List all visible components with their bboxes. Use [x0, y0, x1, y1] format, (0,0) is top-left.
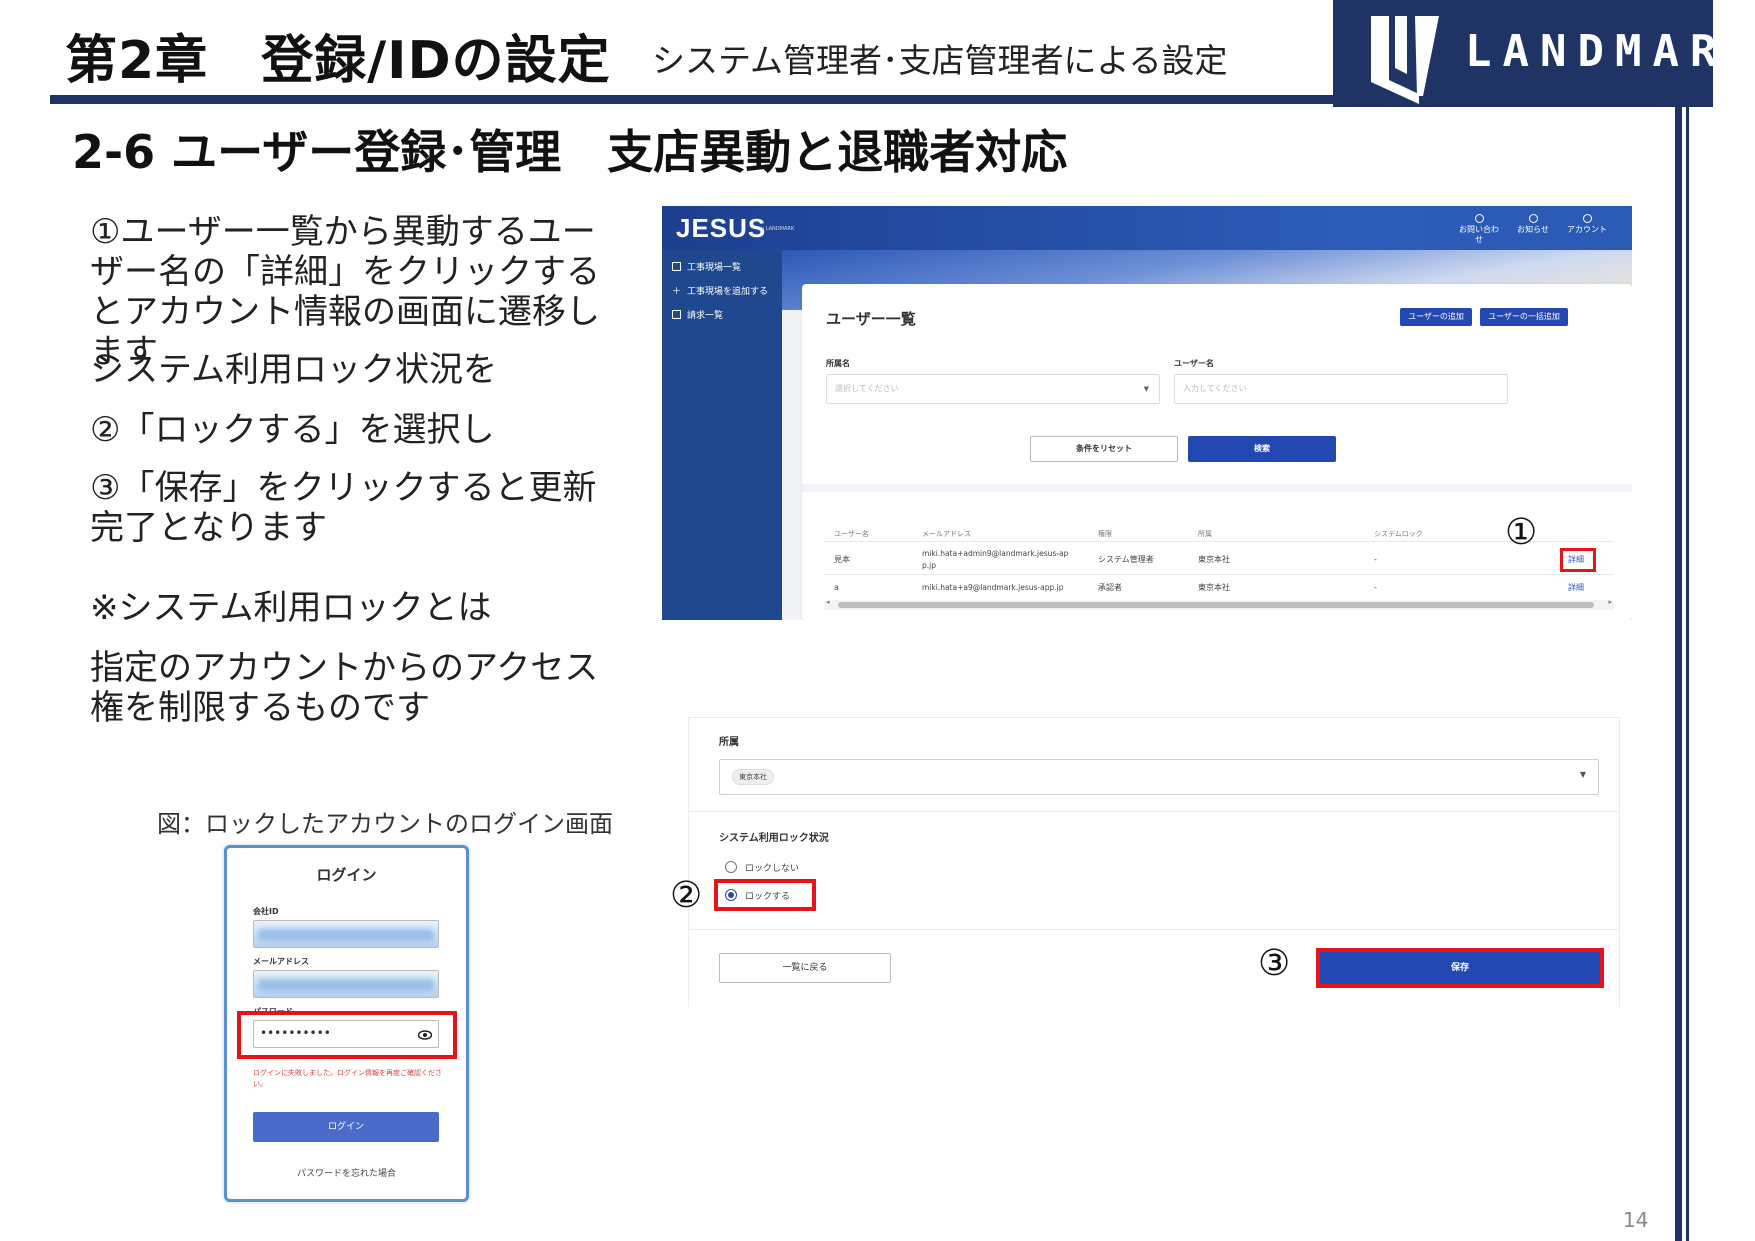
nav-contact[interactable]: お問い合わせ — [1456, 214, 1502, 245]
cell-username: 見本 — [834, 555, 850, 564]
cell-affiliation: 東京本社 — [1198, 583, 1230, 592]
app-logo[interactable]: JESUS — [676, 213, 766, 244]
scroll-left-icon[interactable]: ◂ — [826, 598, 830, 606]
list-icon — [672, 262, 681, 271]
login-error-message: ログインに失敗しました。ログイン情報を再度ご確認ください。 — [253, 1069, 442, 1088]
app-sidebar: 工事現場一覧 ＋工事現場を追加する 請求一覧 — [662, 250, 782, 620]
cell-email: miki.hata+a9@landmark.jesus-app.jp — [922, 583, 1064, 592]
card-divider — [802, 484, 1632, 492]
cell-email: miki.hata+admin9@landmark.jesus-app.jp — [922, 549, 1069, 570]
brand-logo: LANDMARK — [1333, 0, 1754, 107]
right-border — [1675, 107, 1682, 1241]
chapter-title: 第2章 登録/IDの設定 — [65, 31, 611, 91]
note-title: ※システム利用ロックとは — [90, 588, 492, 628]
nav-account[interactable]: アカウント — [1564, 214, 1610, 235]
username-filter-label: ユーザー名 — [1174, 359, 1214, 368]
cell-lock: - — [1374, 555, 1377, 564]
user-icon — [1582, 214, 1592, 223]
add-user-button[interactable]: ユーザーの追加 — [1400, 308, 1472, 326]
search-button[interactable]: 検索 — [1188, 436, 1336, 462]
affiliation-filter-select[interactable]: 選択してください ▼ — [826, 374, 1160, 404]
scrollbar-thumb[interactable] — [838, 602, 1594, 608]
save-button[interactable]: 保存 — [1316, 948, 1604, 988]
user-list-screenshot: JESUS by LANDMARK お問い合わせ お知らせ アカウント 工事現場… — [662, 206, 1632, 620]
company-id-field[interactable] — [253, 920, 439, 948]
page-number: 14 — [1623, 1208, 1649, 1232]
email-field[interactable] — [253, 970, 439, 998]
login-title: ログイン — [316, 866, 377, 884]
instruction-step3: ③「保存」をクリックすると更新完了となります — [90, 468, 597, 548]
detail-highlight-box — [1560, 548, 1596, 572]
password-highlight-box — [237, 1011, 457, 1059]
instruction-step2: ②「ロックする」を選択し — [90, 410, 495, 450]
horizontal-scrollbar[interactable]: ◂ ▸ — [824, 598, 1614, 610]
company-id-label: 会社ID — [253, 907, 279, 916]
forgot-password-link[interactable]: パスワードを忘れた場合 — [227, 1166, 466, 1179]
callout-3: ③ — [1258, 943, 1291, 984]
cell-role: 承認者 — [1098, 583, 1122, 592]
section-title: 2-6 ユーザー登録･管理 支店異動と退職者対応 — [72, 125, 1068, 179]
affiliation-select[interactable]: 東京本社 ▼ — [719, 759, 1599, 795]
column-header-affiliation: 所属 — [1198, 530, 1212, 538]
app-header: JESUS by LANDMARK お問い合わせ お知らせ アカウント — [662, 206, 1632, 250]
bulk-add-user-button[interactable]: ユーザーの一括追加 — [1480, 308, 1568, 326]
lock-highlight-box — [714, 879, 816, 911]
login-screen-figure: ログイン 会社ID メールアドレス パスワード •••••••••• ログインに… — [224, 845, 469, 1202]
nav-notice[interactable]: お知らせ — [1510, 214, 1556, 235]
lock-status-label: システム利用ロック状況 — [719, 833, 829, 844]
back-to-list-button[interactable]: 一覧に戻る — [719, 953, 891, 983]
mail-icon — [1474, 214, 1484, 223]
cell-affiliation: 東京本社 — [1198, 555, 1230, 564]
plus-icon: ＋ — [672, 287, 682, 297]
username-filter-input[interactable]: 入力してください — [1174, 374, 1508, 404]
chevron-down-icon: ▼ — [1143, 385, 1149, 393]
sidebar-item-add-site[interactable]: ＋工事現場を追加する — [672, 284, 768, 297]
login-button[interactable]: ログイン — [253, 1112, 439, 1142]
chapter-subtitle: システム管理者･支店管理者による設定 — [652, 41, 1228, 80]
affiliation-label: 所属 — [719, 737, 739, 748]
email-label: メールアドレス — [253, 957, 309, 966]
instruction-intro2: システム利用ロック状況を — [90, 350, 497, 390]
right-border-thin — [1686, 107, 1689, 1241]
brand-name: LANDMARK — [1465, 26, 1755, 77]
header-rule — [50, 95, 1333, 104]
callout-2: ② — [670, 875, 703, 916]
landmark-logo-icon — [1371, 16, 1439, 104]
detail-link[interactable]: 詳細 — [1568, 582, 1584, 593]
reset-filter-button[interactable]: 条件をリセット — [1030, 436, 1178, 462]
scroll-right-icon[interactable]: ▸ — [1608, 598, 1612, 606]
affiliation-chip[interactable]: 東京本社 — [732, 769, 774, 785]
sidebar-item-invoices[interactable]: 請求一覧 — [672, 308, 723, 321]
note-body: 指定のアカウントからのアクセス権を制限するものです — [90, 648, 599, 728]
user-list-title: ユーザー一覧 — [826, 310, 916, 328]
callout-1: ① — [1505, 512, 1538, 553]
column-header-role: 権限 — [1098, 530, 1112, 538]
column-header-email: メールアドレス — [922, 530, 971, 538]
cell-lock: - — [1374, 583, 1377, 592]
column-header-system-lock: システムロック — [1374, 530, 1423, 538]
sidebar-item-sites[interactable]: 工事現場一覧 — [672, 260, 741, 273]
figure-caption: 図：ロックしたアカウントのログイン画面 — [157, 810, 613, 838]
account-info-screenshot: 所属 東京本社 ▼ システム利用ロック状況 ロックしない ロックする 一覧に戻る… — [666, 703, 1632, 1007]
instruction-step1: ①ユーザー一覧から異動するユーザー名の「詳細」をクリックするとアカウント情報の画… — [90, 212, 600, 372]
app-logo-sub: by LANDMARK — [758, 226, 795, 232]
document-icon — [672, 310, 681, 319]
radio-unlocked[interactable]: ロックしない — [725, 861, 799, 874]
column-header-username: ユーザー名 — [834, 530, 869, 538]
affiliation-filter-label: 所属名 — [826, 359, 850, 368]
radio-button[interactable] — [725, 861, 737, 873]
user-list-card: ユーザー一覧 ユーザーの追加 ユーザーの一括追加 所属名 選択してください ▼ … — [802, 284, 1632, 620]
cell-username: a — [834, 583, 839, 592]
chevron-down-icon: ▼ — [1579, 770, 1586, 779]
bell-icon — [1528, 214, 1538, 223]
cell-role: システム管理者 — [1098, 555, 1154, 564]
